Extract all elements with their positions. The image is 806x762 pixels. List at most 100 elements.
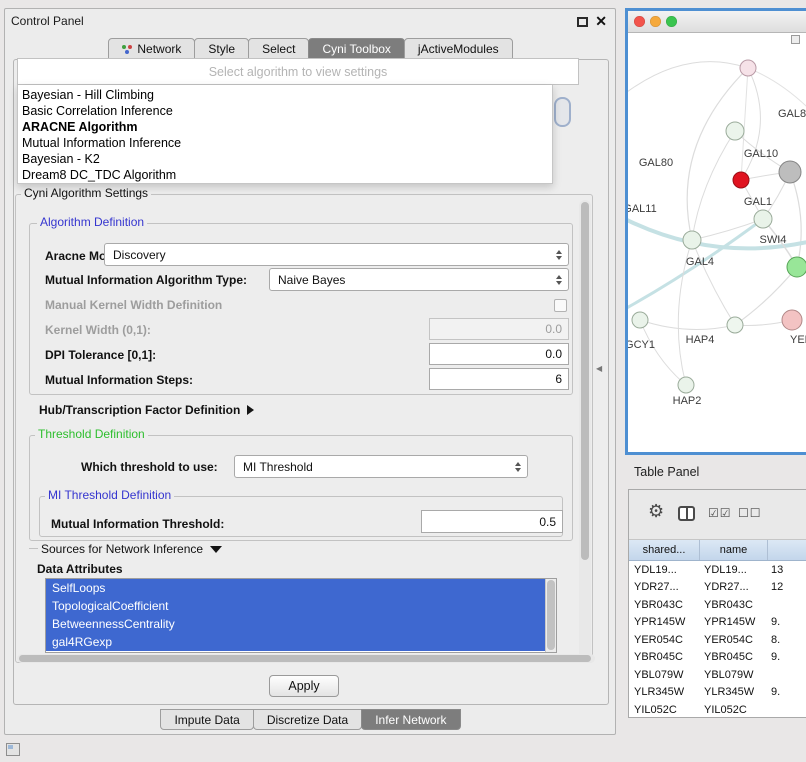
table-row[interactable]: YBL079WYBL079W bbox=[629, 666, 806, 684]
node-label: SWI4 bbox=[760, 234, 787, 246]
combo-arrows-icon bbox=[556, 275, 562, 285]
gear-icon[interactable]: ⚙ bbox=[648, 501, 664, 522]
zoom-traffic-light[interactable] bbox=[666, 16, 677, 27]
algorithm-select-combobox[interactable]: Select algorithm to view settings bbox=[17, 58, 579, 85]
table-row[interactable]: YLR345WYLR345W9. bbox=[629, 684, 806, 702]
column-header[interactable]: name bbox=[700, 540, 768, 560]
deselect-all-checkboxes-icon[interactable]: ☐☐ bbox=[738, 506, 762, 520]
dpi-tolerance-input[interactable]: 0.0 bbox=[429, 343, 569, 365]
table-row[interactable]: YDR27...YDR27...12 bbox=[629, 579, 806, 597]
mi-algorithm-type-select[interactable]: Naive Bayes bbox=[269, 268, 569, 291]
algorithm-option[interactable]: Bayesian - K2 bbox=[18, 151, 552, 167]
network-node[interactable] bbox=[779, 161, 801, 183]
network-node[interactable] bbox=[678, 377, 694, 393]
network-edge[interactable] bbox=[640, 320, 686, 385]
manual-kernel-width-checkbox[interactable] bbox=[554, 299, 567, 312]
algorithm-option[interactable]: Dream8 DC_TDC Algorithm bbox=[18, 167, 552, 183]
panel-collapse-arrow-icon[interactable]: ◀ bbox=[596, 364, 602, 373]
mi-steps-value: 6 bbox=[555, 372, 562, 386]
network-node[interactable] bbox=[727, 317, 743, 333]
table-row[interactable]: YBR045CYBR045C9. bbox=[629, 649, 806, 667]
float-window-icon[interactable] bbox=[577, 17, 588, 27]
algorithm-option[interactable]: Mutual Information Inference bbox=[18, 135, 552, 151]
aracne-mode-select[interactable]: Discovery bbox=[104, 243, 569, 266]
network-edge[interactable] bbox=[628, 62, 748, 95]
hub-definition-toggle[interactable]: Hub/Transcription Factor Definition bbox=[39, 403, 254, 417]
manual-kernel-width-label: Manual Kernel Width Definition bbox=[45, 298, 222, 312]
hub-definition-label: Hub/Transcription Factor Definition bbox=[39, 403, 240, 417]
network-node[interactable] bbox=[754, 210, 772, 228]
tab-select[interactable]: Select bbox=[248, 38, 309, 59]
kernel-width-input[interactable]: 0.0 bbox=[429, 318, 569, 340]
network-edge[interactable] bbox=[687, 68, 748, 240]
algorithm-option[interactable]: Basic Correlation Inference bbox=[18, 103, 552, 119]
column-header[interactable]: shared... bbox=[629, 540, 700, 560]
combo-arrows-icon bbox=[515, 462, 521, 472]
mi-threshold-input[interactable]: 0.5 bbox=[421, 510, 563, 533]
mi-threshold-label: Mutual Information Threshold: bbox=[51, 517, 224, 531]
close-traffic-light[interactable] bbox=[634, 16, 645, 27]
tab-impute-data[interactable]: Impute Data bbox=[160, 709, 253, 730]
table-row[interactable]: YIL052CYIL052C bbox=[629, 701, 806, 718]
algorithm-option[interactable]: Bayesian - Hill Climbing bbox=[18, 87, 552, 103]
sources-toggle[interactable]: Sources for Network Inference bbox=[41, 542, 222, 556]
apply-button[interactable]: Apply bbox=[269, 675, 339, 697]
algorithm-definition-title: Algorithm Definition bbox=[37, 216, 147, 229]
tab-cyni-toolbox[interactable]: Cyni Toolbox bbox=[308, 38, 404, 59]
table-row[interactable]: YER054CYER054C8. bbox=[629, 631, 806, 649]
network-node[interactable] bbox=[782, 310, 802, 330]
birdseye-toggle-icon[interactable] bbox=[791, 35, 800, 44]
network-window-titlebar[interactable] bbox=[628, 11, 806, 33]
network-node[interactable] bbox=[683, 231, 701, 249]
close-window-icon[interactable]: ✕ bbox=[595, 13, 607, 30]
columns-icon[interactable] bbox=[678, 506, 695, 521]
panel-toggle-icon[interactable] bbox=[6, 743, 20, 756]
select-all-checkboxes-icon[interactable]: ☑☑ bbox=[708, 506, 732, 520]
scrollbar-thumb[interactable] bbox=[547, 580, 555, 650]
algorithm-option[interactable]: ARACNE Algorithm bbox=[18, 119, 552, 135]
algorithm-dropdown-list[interactable]: Bayesian - Hill ClimbingBasic Correlatio… bbox=[17, 85, 553, 184]
table-cell: YIL052C bbox=[629, 701, 700, 718]
data-attribute-item[interactable]: TopologicalCoefficient bbox=[46, 597, 545, 615]
network-graph[interactable]: GAL80GAL80GAL10GAL11GAL1SWI4GAL4GCY1HAP4… bbox=[628, 33, 806, 452]
network-edge[interactable] bbox=[692, 219, 763, 240]
network-edge[interactable] bbox=[640, 320, 735, 329]
network-node[interactable] bbox=[726, 122, 744, 140]
control-panel-titlebar[interactable]: Control Panel ✕ bbox=[5, 9, 615, 35]
tab-jactivemodules[interactable]: jActiveModules bbox=[404, 38, 513, 59]
network-edge[interactable] bbox=[741, 68, 748, 180]
network-node[interactable] bbox=[632, 312, 648, 328]
scrollbar-thumb[interactable] bbox=[581, 202, 589, 560]
tab-network[interactable]: Network bbox=[108, 38, 195, 59]
network-node[interactable] bbox=[787, 257, 806, 277]
mi-steps-input[interactable]: 6 bbox=[429, 368, 569, 390]
network-view-window[interactable]: GAL80GAL80GAL10GAL11GAL1SWI4GAL4GCY1HAP4… bbox=[625, 8, 806, 455]
threshold-type-select[interactable]: MI Threshold bbox=[234, 455, 528, 478]
table-row[interactable]: YBR043CYBR043C bbox=[629, 596, 806, 614]
data-attribute-item[interactable]: BetweennessCentrality bbox=[46, 615, 545, 633]
network-edge[interactable] bbox=[790, 172, 801, 267]
data-attributes-list[interactable]: SelfLoopsTopologicalCoefficientBetweenne… bbox=[45, 578, 557, 653]
settings-vertical-scrollbar[interactable] bbox=[579, 200, 591, 659]
scrollbar-thumb[interactable] bbox=[19, 655, 591, 662]
network-node[interactable] bbox=[740, 60, 756, 76]
network-edge[interactable] bbox=[692, 131, 735, 240]
data-attribute-item[interactable]: gal4RGexp bbox=[46, 633, 545, 651]
table-cell: 9. bbox=[768, 649, 806, 667]
table-row[interactable]: YPR145WYPR145W9. bbox=[629, 614, 806, 632]
table-row[interactable]: YDL19...YDL19...13 bbox=[629, 561, 806, 579]
data-attribute-item[interactable]: SelfLoops bbox=[46, 579, 545, 597]
attributes-list-scrollbar[interactable] bbox=[545, 579, 556, 652]
network-node[interactable] bbox=[733, 172, 749, 188]
tab-style[interactable]: Style bbox=[194, 38, 249, 59]
node-label: HAP2 bbox=[673, 395, 702, 407]
which-threshold-label: Which threshold to use: bbox=[81, 460, 218, 474]
tab-infer-network[interactable]: Infer Network bbox=[361, 709, 460, 730]
network-canvas[interactable]: GAL80GAL80GAL10GAL11GAL1SWI4GAL4GCY1HAP4… bbox=[628, 33, 806, 452]
settings-horizontal-scrollbar[interactable] bbox=[17, 654, 595, 663]
tab-label: Style bbox=[208, 42, 235, 56]
column-header[interactable] bbox=[768, 540, 806, 560]
network-edge[interactable] bbox=[741, 68, 760, 180]
tab-discretize-data[interactable]: Discretize Data bbox=[253, 709, 362, 730]
minimize-traffic-light[interactable] bbox=[650, 16, 661, 27]
